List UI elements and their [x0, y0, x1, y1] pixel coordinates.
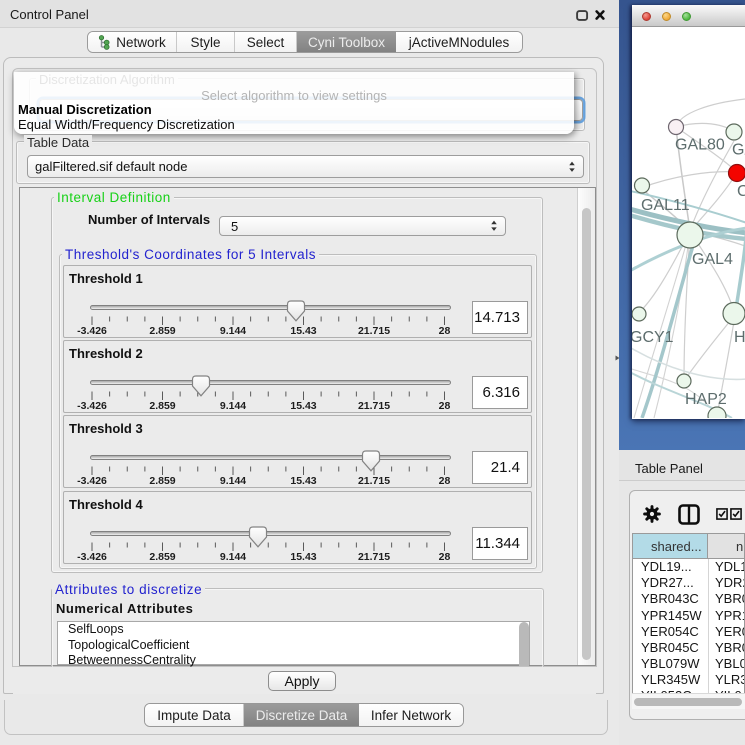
- svg-text:GAL80: GAL80: [675, 137, 725, 154]
- svg-text:GAL11: GAL11: [641, 197, 690, 214]
- svg-text:GCY1: GCY1: [632, 329, 674, 346]
- svg-text:C: C: [737, 183, 745, 200]
- svg-text:H: H: [734, 329, 745, 346]
- svg-text:HAP2: HAP2: [685, 391, 727, 408]
- svg-text:GA: GA: [732, 142, 745, 159]
- svg-text:GAL4: GAL4: [692, 251, 733, 268]
